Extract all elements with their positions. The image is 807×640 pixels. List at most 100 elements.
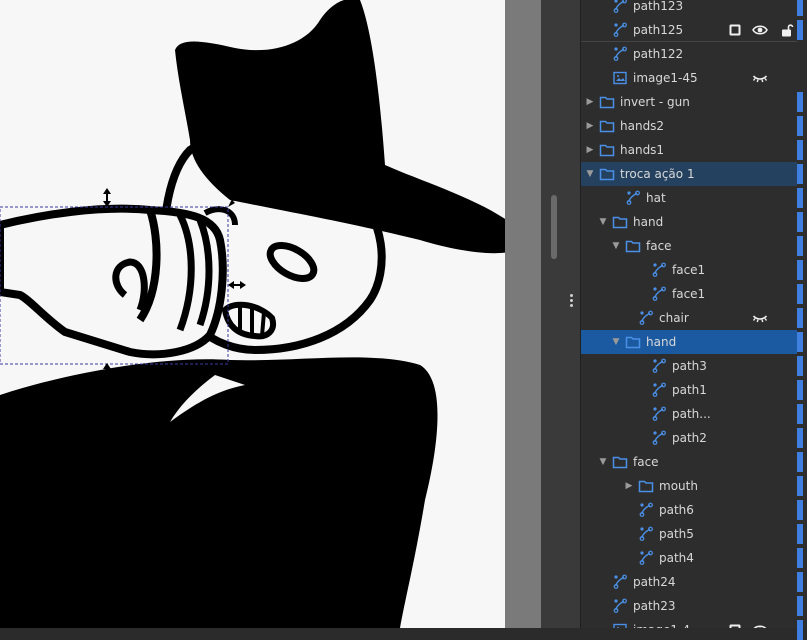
layer-row[interactable]: ▼ hand — [581, 210, 797, 234]
layer-label[interactable]: hand — [646, 330, 676, 354]
layer-label[interactable]: image1-4 — [633, 618, 690, 628]
layer-row[interactable]: path2 — [581, 426, 797, 450]
eye-closed-icon[interactable] — [752, 310, 768, 326]
layer-color-tag — [797, 0, 803, 16]
layer-row[interactable]: ▼ face — [581, 450, 797, 474]
drawing-canvas[interactable] — [0, 0, 505, 628]
layer-label[interactable]: invert - gun — [620, 90, 690, 114]
eye-icon[interactable] — [752, 22, 768, 38]
layer-row[interactable]: path123 — [581, 0, 797, 18]
layer-label[interactable]: path3 — [672, 354, 707, 378]
path-icon — [651, 430, 667, 446]
path-icon — [638, 550, 654, 566]
layer-row[interactable]: path1 — [581, 378, 797, 402]
layer-row[interactable]: image1-4 — [581, 618, 797, 628]
image-icon — [612, 622, 628, 628]
layer-label[interactable]: face1 — [672, 282, 705, 306]
layer-label[interactable]: path1 — [672, 378, 707, 402]
expand-arrow-right-icon[interactable]: ▶ — [585, 90, 595, 114]
layer-row[interactable]: path5 — [581, 522, 797, 546]
folder-icon — [599, 166, 615, 182]
layer-row[interactable]: chair — [581, 306, 797, 330]
layer-label[interactable]: image1-45 — [633, 66, 698, 90]
layer-label[interactable]: path6 — [659, 498, 694, 522]
layer-color-tag — [797, 260, 803, 280]
vertical-scrollbar[interactable] — [541, 0, 561, 628]
dock-resize-handle[interactable] — [561, 0, 581, 628]
layer-row[interactable]: path125 — [581, 18, 797, 42]
layer-row[interactable]: path... — [581, 402, 797, 426]
layer-row[interactable]: face1 — [581, 258, 797, 282]
path-icon — [651, 358, 667, 374]
layer-row[interactable]: hat — [581, 186, 797, 210]
layer-label[interactable]: hands1 — [620, 138, 664, 162]
expand-arrow-right-icon[interactable]: ▶ — [585, 138, 595, 162]
layer-row[interactable]: ▼ face — [581, 234, 797, 258]
layer-label[interactable]: path5 — [659, 522, 694, 546]
layer-row[interactable]: path122 — [581, 42, 797, 66]
layer-row[interactable]: ▼ troca ação 1 — [581, 162, 797, 186]
layer-color-tag — [797, 212, 803, 232]
unlock-icon[interactable] — [779, 22, 795, 38]
layer-color-tag — [797, 476, 803, 496]
layer-row[interactable]: path23 — [581, 594, 797, 618]
scroll-thumb[interactable] — [551, 195, 557, 259]
expand-arrow-down-icon[interactable]: ▼ — [598, 210, 608, 234]
layer-label[interactable]: hands2 — [620, 114, 664, 138]
eye-icon[interactable] — [752, 622, 768, 628]
expand-arrow-down-icon[interactable]: ▼ — [585, 162, 595, 186]
layer-row[interactable]: path6 — [581, 498, 797, 522]
expand-arrow-down-icon[interactable]: ▼ — [598, 450, 608, 474]
layer-color-tag — [797, 20, 803, 40]
expand-arrow-down-icon[interactable]: ▼ — [611, 330, 621, 354]
layer-row[interactable]: ▶ hands1 — [581, 138, 797, 162]
layer-label[interactable]: face — [633, 450, 659, 474]
layer-color-tag — [797, 116, 803, 136]
layer-label[interactable]: chair — [659, 306, 689, 330]
layer-color-tag — [797, 572, 803, 592]
layer-label[interactable]: path... — [672, 402, 711, 426]
layer-label[interactable]: path125 — [633, 18, 683, 42]
layer-row[interactable]: path3 — [581, 354, 797, 378]
layer-label[interactable]: path23 — [633, 594, 676, 618]
layer-label[interactable]: path4 — [659, 546, 694, 570]
layer-row[interactable]: image1-45 — [581, 66, 797, 90]
path-icon — [651, 286, 667, 302]
path-icon — [612, 0, 628, 14]
expand-arrow-down-icon[interactable]: ▼ — [611, 234, 621, 258]
layer-color-tag — [797, 284, 803, 304]
layer-label[interactable]: path123 — [633, 0, 683, 18]
layer-row[interactable]: ▼ hand — [581, 330, 797, 354]
layer-row[interactable]: face1 — [581, 282, 797, 306]
layer-label[interactable]: path122 — [633, 42, 683, 66]
expand-arrow-right-icon[interactable]: ▶ — [585, 114, 595, 138]
layer-label[interactable]: path2 — [672, 426, 707, 450]
layer-row[interactable]: ▶ mouth — [581, 474, 797, 498]
path-icon — [638, 310, 654, 326]
layer-row[interactable]: path4 — [581, 546, 797, 570]
layer-color-tag — [797, 236, 803, 256]
layer-label[interactable]: hand — [633, 210, 663, 234]
layer-color-tag — [797, 548, 803, 568]
layer-label[interactable]: troca ação 1 — [620, 162, 695, 186]
layer-row[interactable]: ▶ hands2 — [581, 114, 797, 138]
layer-color-tag — [797, 524, 803, 544]
path-icon — [651, 262, 667, 278]
path-icon — [651, 406, 667, 422]
expand-arrow-right-icon[interactable]: ▶ — [624, 474, 634, 498]
layer-label[interactable]: face — [646, 234, 672, 258]
visibility-checkbox-icon[interactable] — [727, 622, 743, 628]
layer-label[interactable]: mouth — [659, 474, 698, 498]
layer-label[interactable]: face1 — [672, 258, 705, 282]
layer-row[interactable]: ▶ invert - gun — [581, 90, 797, 114]
scale-handle-top — [103, 188, 111, 207]
layer-label[interactable]: path24 — [633, 570, 676, 594]
path-icon — [625, 190, 641, 206]
layer-label[interactable]: hat — [646, 186, 666, 210]
artwork[interactable] — [0, 0, 505, 628]
layer-row[interactable]: path24 — [581, 570, 797, 594]
folder-icon — [599, 118, 615, 134]
eye-closed-icon[interactable] — [752, 70, 768, 86]
visibility-checkbox-icon[interactable] — [727, 22, 743, 38]
grip-icon — [570, 294, 573, 309]
